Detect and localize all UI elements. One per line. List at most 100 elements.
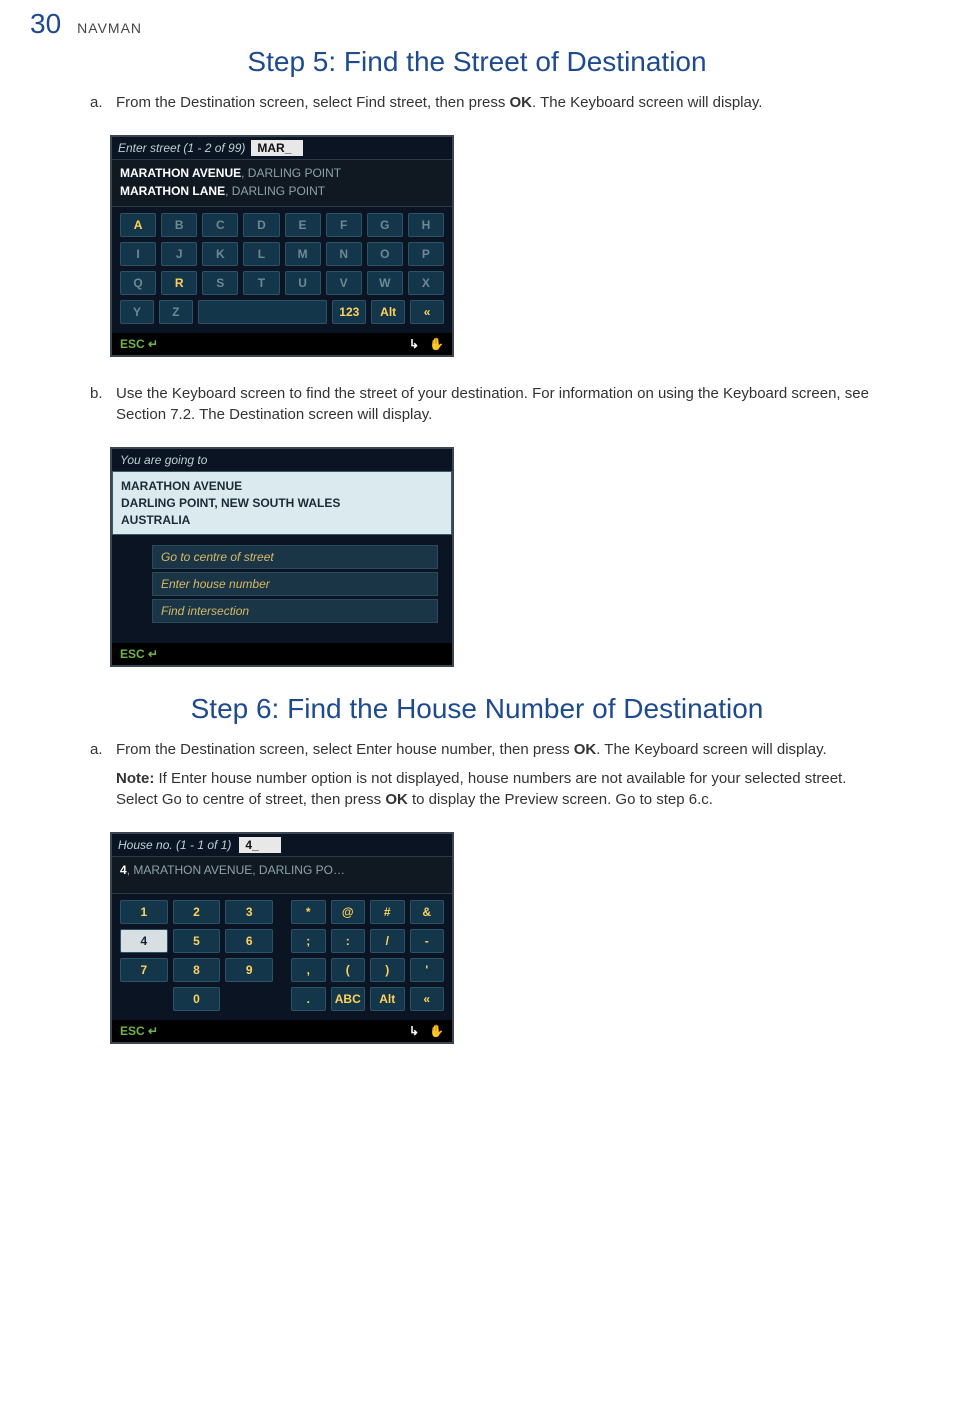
- next-arrow-icon[interactable]: ↳: [409, 1024, 419, 1038]
- esc-button[interactable]: ESC ↵: [120, 337, 158, 351]
- key-w[interactable]: W: [367, 271, 403, 295]
- key-b[interactable]: B: [161, 213, 197, 237]
- key-o[interactable]: O: [367, 242, 403, 266]
- key-semi[interactable]: ;: [291, 929, 326, 953]
- key-j[interactable]: J: [161, 242, 197, 266]
- key-5[interactable]: 5: [173, 929, 221, 953]
- result-rest: , DARLING POINT: [225, 184, 325, 198]
- dest-title: You are going to: [112, 449, 452, 471]
- next-arrow-icon[interactable]: ↳: [409, 337, 419, 351]
- key-abc[interactable]: ABC: [331, 987, 366, 1011]
- step5a-post: . The Keyboard screen will display.: [532, 94, 762, 111]
- key-t[interactable]: T: [243, 271, 279, 295]
- step5a-letter: a.: [90, 92, 108, 113]
- key-i[interactable]: I: [120, 242, 156, 266]
- step6a-post: . The Keyboard screen will display.: [596, 741, 826, 758]
- destination-screenshot: You are going to MARATHON AVENUE DARLING…: [110, 447, 454, 667]
- dest-line3: AUSTRALIA: [121, 512, 443, 529]
- key-123[interactable]: 123: [332, 300, 366, 324]
- list-item[interactable]: MARATHON LANE, DARLING POINT: [120, 182, 444, 200]
- esc-button[interactable]: ESC ↵: [120, 1024, 158, 1038]
- key-m[interactable]: M: [285, 242, 321, 266]
- key-backspace[interactable]: «: [410, 987, 445, 1011]
- kb1-title: Enter street (1 - 2 of 99): [118, 141, 245, 155]
- list-item[interactable]: MARATHON AVENUE, DARLING POINT: [120, 164, 444, 182]
- key-slash[interactable]: /: [370, 929, 405, 953]
- key-dot[interactable]: .: [291, 987, 326, 1011]
- hand-icon[interactable]: ✋: [429, 337, 444, 351]
- key-hash[interactable]: #: [370, 900, 405, 924]
- key-star[interactable]: *: [291, 900, 326, 924]
- step6-title: Step 6: Find the House Number of Destina…: [30, 693, 924, 725]
- key-q[interactable]: Q: [120, 271, 156, 295]
- step6a-text: From the Destination screen, select Ente…: [116, 739, 884, 810]
- hn-input[interactable]: 4_: [239, 837, 281, 853]
- hand-icon[interactable]: ✋: [429, 1024, 444, 1038]
- key-1[interactable]: 1: [120, 900, 168, 924]
- key-amp[interactable]: &: [410, 900, 445, 924]
- key-a[interactable]: A: [120, 213, 156, 237]
- key-d[interactable]: D: [243, 213, 279, 237]
- keyboard-screenshot-street: Enter street (1 - 2 of 99) MAR_ MARATHON…: [110, 135, 454, 357]
- key-l[interactable]: L: [243, 242, 279, 266]
- key-apos[interactable]: ': [410, 958, 445, 982]
- key-backspace[interactable]: «: [410, 300, 444, 324]
- key-r[interactable]: R: [161, 271, 197, 295]
- kb1-input[interactable]: MAR_: [251, 140, 303, 156]
- step5a-text: From the Destination screen, select Find…: [116, 92, 884, 113]
- key-2[interactable]: 2: [173, 900, 221, 924]
- hn-title: House no. (1 - 1 of 1): [118, 838, 231, 852]
- opt-go-to-centre[interactable]: Go to centre of street: [152, 545, 438, 569]
- key-s[interactable]: S: [202, 271, 238, 295]
- list-item[interactable]: 4, MARATHON AVENUE, DARLING PO…: [120, 861, 444, 879]
- key-k[interactable]: K: [202, 242, 238, 266]
- dest-line1: MARATHON AVENUE: [121, 478, 443, 495]
- key-lparen[interactable]: (: [331, 958, 366, 982]
- key-h[interactable]: H: [408, 213, 444, 237]
- step5b-text: Use the Keyboard screen to find the stre…: [116, 383, 884, 425]
- key-alt[interactable]: Alt: [370, 987, 405, 1011]
- dest-line2: DARLING POINT, NEW SOUTH WALES: [121, 495, 443, 512]
- page-number: 30: [30, 8, 61, 40]
- key-space[interactable]: [198, 300, 328, 324]
- result-rest: , DARLING POINT: [241, 166, 341, 180]
- opt-find-intersection[interactable]: Find intersection: [152, 599, 438, 623]
- step5a-ok: OK: [510, 94, 533, 111]
- key-colon[interactable]: :: [331, 929, 366, 953]
- step5b-letter: b.: [90, 383, 108, 425]
- key-n[interactable]: N: [326, 242, 362, 266]
- key-e[interactable]: E: [285, 213, 321, 237]
- key-u[interactable]: U: [285, 271, 321, 295]
- key-6[interactable]: 6: [225, 929, 273, 953]
- key-0[interactable]: 0: [173, 987, 221, 1011]
- key-8[interactable]: 8: [173, 958, 221, 982]
- key-comma[interactable]: ,: [291, 958, 326, 982]
- key-3[interactable]: 3: [225, 900, 273, 924]
- key-z[interactable]: Z: [159, 300, 193, 324]
- key-alt[interactable]: Alt: [371, 300, 405, 324]
- step6a-ok2: OK: [385, 791, 408, 808]
- key-7[interactable]: 7: [120, 958, 168, 982]
- step6a-note-label: Note:: [116, 770, 154, 787]
- key-g[interactable]: G: [367, 213, 403, 237]
- key-4[interactable]: 4: [120, 929, 168, 953]
- keyboard-screenshot-house-number: House no. (1 - 1 of 1) 4_ 4, MARATHON AV…: [110, 832, 454, 1044]
- key-y[interactable]: Y: [120, 300, 154, 324]
- key-v[interactable]: V: [326, 271, 362, 295]
- key-c[interactable]: C: [202, 213, 238, 237]
- key-dash[interactable]: -: [410, 929, 445, 953]
- esc-button[interactable]: ESC ↵: [120, 647, 158, 661]
- key-x[interactable]: X: [408, 271, 444, 295]
- key-rparen[interactable]: ): [370, 958, 405, 982]
- step5a-pre: From the Destination screen, select Find…: [116, 94, 510, 111]
- step6a-letter: a.: [90, 739, 108, 810]
- step6a-pre: From the Destination screen, select Ente…: [116, 741, 574, 758]
- hn-results[interactable]: 4, MARATHON AVENUE, DARLING PO…: [112, 856, 452, 894]
- key-p[interactable]: P: [408, 242, 444, 266]
- kb1-results[interactable]: MARATHON AVENUE, DARLING POINT MARATHON …: [112, 159, 452, 207]
- key-9[interactable]: 9: [225, 958, 273, 982]
- result-bold: 4: [120, 863, 127, 877]
- opt-enter-house-number[interactable]: Enter house number: [152, 572, 438, 596]
- key-f[interactable]: F: [326, 213, 362, 237]
- key-at[interactable]: @: [331, 900, 366, 924]
